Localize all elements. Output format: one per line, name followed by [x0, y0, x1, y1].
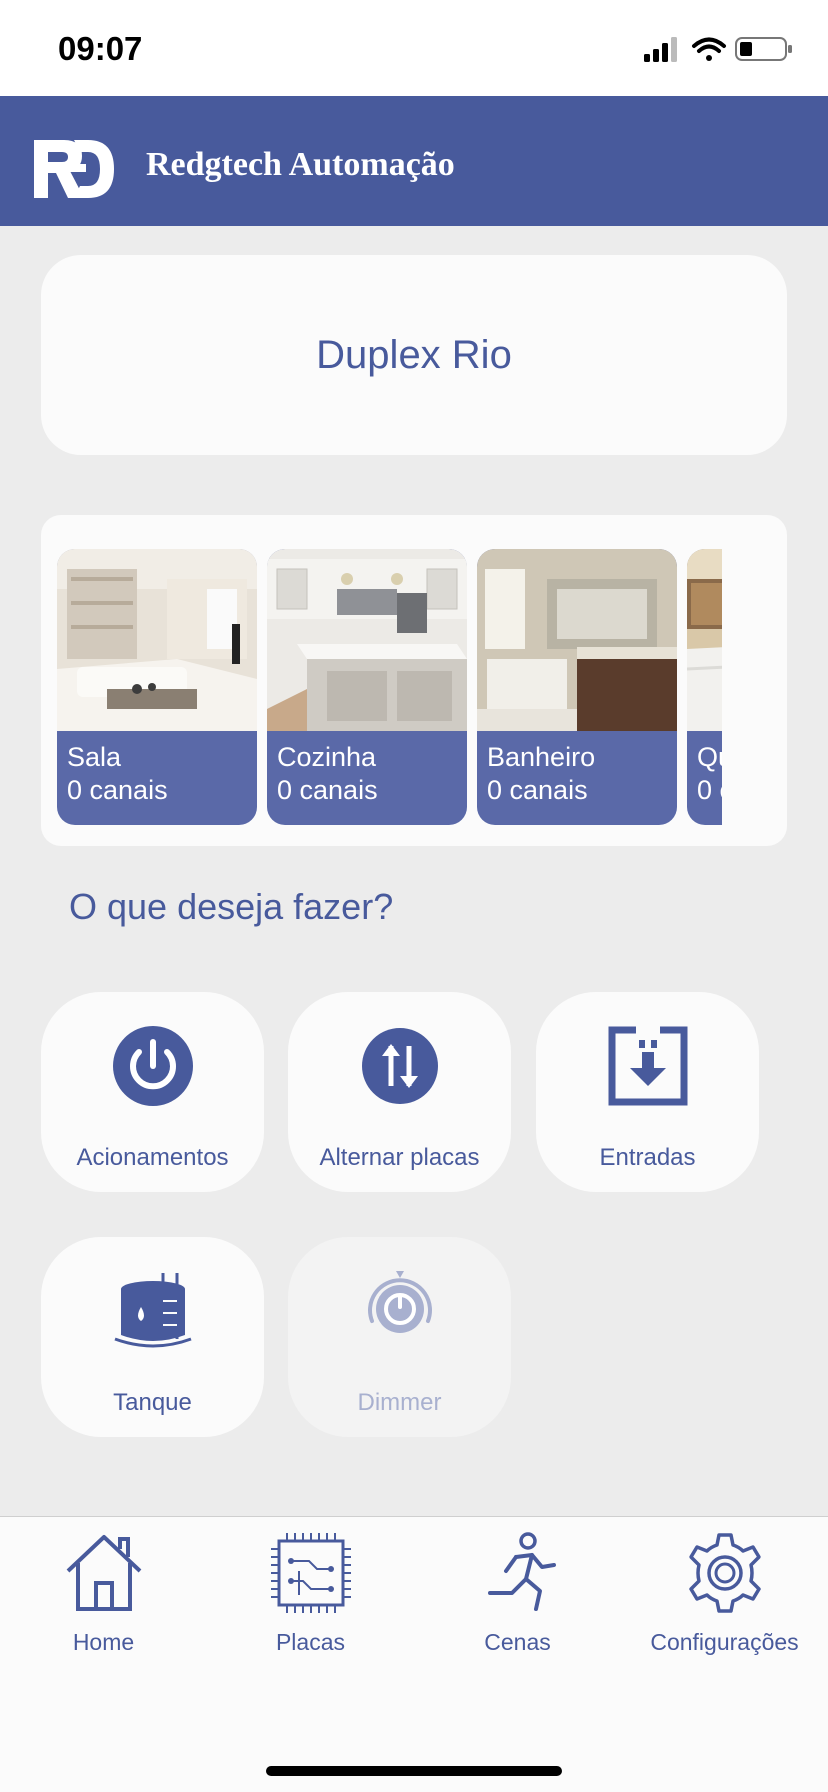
rooms-card: Sala 0 canais Cozinha 0 canais Banheiro … — [41, 515, 787, 846]
project-name: Duplex Rio — [316, 332, 512, 377]
room-label: Sala 0 canais — [67, 741, 168, 807]
room-name: Sala — [67, 742, 122, 772]
redgtech-logo — [34, 140, 114, 198]
tab-label: Home — [72, 1629, 135, 1655]
status-icons — [644, 37, 792, 62]
room-photo-bedroom — [687, 549, 722, 731]
action-label: Entradas — [599, 1144, 696, 1171]
room-name: Cozinha — [277, 742, 377, 772]
room-photo-kitchen — [267, 549, 467, 731]
app-header: Redgtech Automação — [0, 96, 828, 226]
room-channels: 0 canais — [277, 775, 378, 805]
tab-label: Configurações — [650, 1629, 799, 1655]
gear-icon — [689, 1533, 761, 1613]
tab-label: Placas — [275, 1629, 346, 1655]
home-icon — [66, 1535, 142, 1611]
dimmer-button[interactable]: Dimmer — [288, 1237, 511, 1437]
inbox-download-icon — [608, 1026, 688, 1106]
room-channels: 0 canais — [697, 775, 722, 805]
tab-home[interactable]: Home — [0, 1517, 207, 1677]
tab-cenas[interactable]: Cenas — [414, 1517, 621, 1677]
room-tile-banheiro[interactable]: Banheiro 0 canais — [477, 549, 677, 825]
battery-icon — [735, 37, 792, 61]
room-label: Banheiro 0 canais — [487, 741, 595, 807]
alternar-placas-button[interactable]: Alternar placas — [288, 992, 511, 1192]
home-indicator — [266, 1766, 562, 1776]
water-tank-icon — [114, 1273, 192, 1348]
entradas-button[interactable]: Entradas — [536, 992, 759, 1192]
room-label: Cozinha 0 canais — [277, 741, 378, 807]
tab-configuracoes[interactable]: Configurações — [621, 1517, 828, 1677]
room-label: Quarto 0 canais — [697, 741, 722, 807]
action-label: Dimmer — [357, 1389, 442, 1416]
section-question: O que deseja fazer? — [69, 886, 394, 927]
room-photo-bathroom — [477, 549, 677, 731]
action-label: Tanque — [113, 1389, 192, 1416]
tab-label: Cenas — [484, 1629, 551, 1655]
project-card[interactable]: Duplex Rio — [41, 255, 787, 455]
rooms-carousel[interactable]: Sala 0 canais Cozinha 0 canais Banheiro … — [57, 549, 722, 825]
acionamentos-button[interactable]: Acionamentos — [41, 992, 264, 1192]
room-tile-sala[interactable]: Sala 0 canais — [57, 549, 257, 825]
running-person-icon — [488, 1532, 556, 1611]
dimmer-icon — [368, 1271, 432, 1333]
action-label: Acionamentos — [76, 1144, 229, 1171]
room-channels: 0 canais — [487, 775, 588, 805]
app-title: Redgtech Automação — [146, 146, 455, 183]
tanque-button[interactable]: Tanque — [41, 1237, 264, 1437]
room-tile-cozinha[interactable]: Cozinha 0 canais — [267, 549, 467, 825]
power-icon — [113, 1026, 193, 1106]
room-channels: 0 canais — [67, 775, 168, 805]
bottom-tab-bar: Home Placas Cenas Configurações — [0, 1516, 828, 1792]
tab-placas[interactable]: Placas — [207, 1517, 414, 1677]
room-name: Quarto — [697, 742, 722, 772]
swap-icon — [362, 1028, 438, 1104]
signal-icon — [644, 37, 677, 62]
wifi-icon — [692, 37, 726, 61]
room-photo-living-room — [57, 549, 257, 731]
circuit-board-icon — [271, 1533, 351, 1613]
room-name: Banheiro — [487, 742, 596, 772]
status-bar: 09:07 — [0, 0, 828, 96]
room-tile-quarto[interactable]: Quarto 0 canais — [687, 549, 722, 825]
action-label: Alternar placas — [319, 1144, 480, 1171]
status-time: 09:07 — [58, 30, 143, 67]
